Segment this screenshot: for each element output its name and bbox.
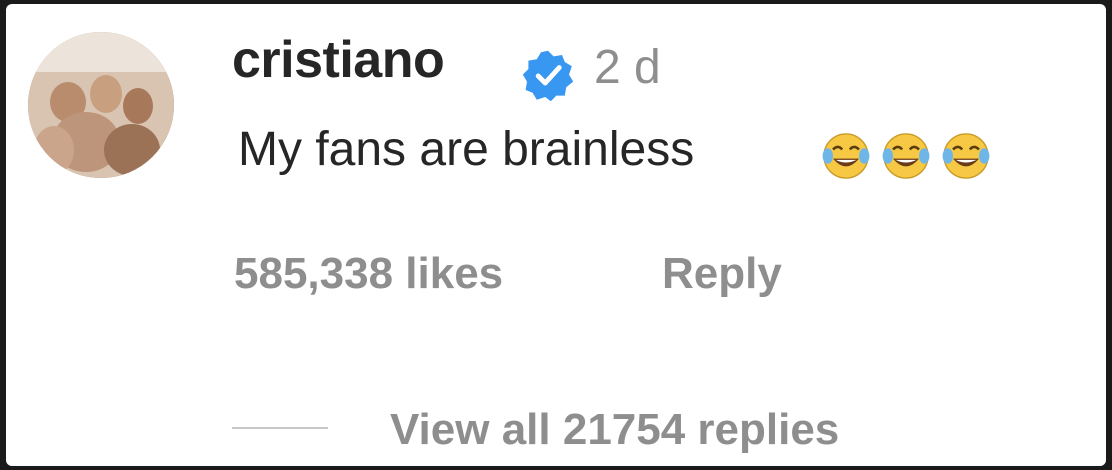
avatar-photo bbox=[28, 32, 174, 178]
replies-divider bbox=[232, 427, 328, 429]
face-with-tears-of-joy-icon bbox=[882, 133, 930, 179]
username[interactable]: cristiano bbox=[232, 34, 445, 86]
comment-text: My fans are brainless bbox=[238, 123, 695, 176]
face-with-tears-of-joy-icon bbox=[942, 133, 990, 179]
emoji-row bbox=[820, 130, 992, 182]
face-with-tears-of-joy-icon bbox=[822, 133, 870, 179]
avatar[interactable] bbox=[28, 32, 174, 178]
verified-badge-icon bbox=[522, 50, 574, 102]
comment-card: cristiano 2 d My fans are brainless 585,… bbox=[6, 4, 1106, 466]
view-replies-button[interactable]: View all 21754 replies bbox=[390, 408, 839, 452]
reply-button[interactable]: Reply bbox=[662, 252, 782, 296]
likes-count[interactable]: 585,338 likes bbox=[234, 252, 503, 296]
timestamp: 2 d bbox=[594, 41, 661, 94]
